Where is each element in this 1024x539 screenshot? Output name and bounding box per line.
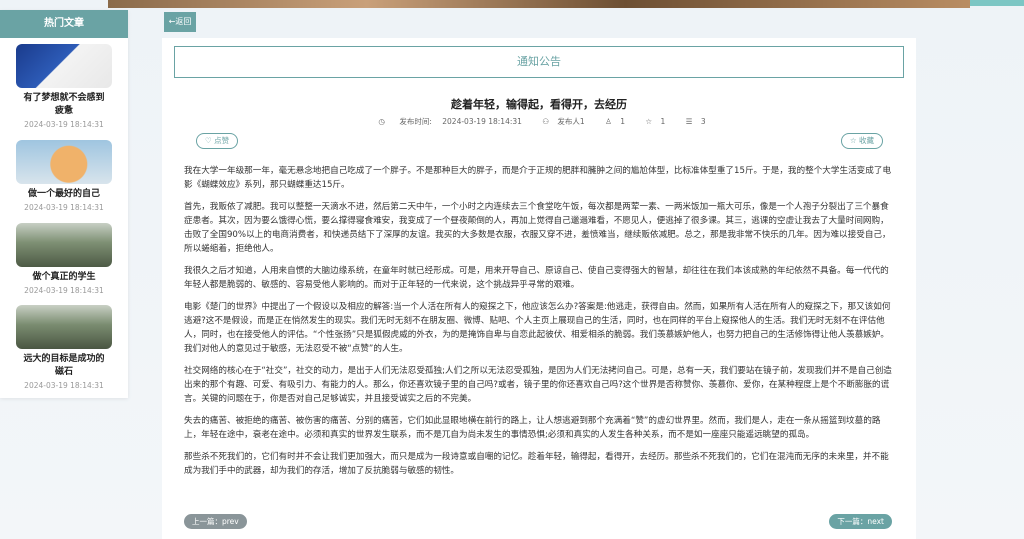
article-thumbnail[interactable] (16, 44, 112, 88)
star-count: 1 (660, 117, 666, 126)
heart-icon: ♡ (205, 136, 212, 145)
like-label: 点赞 (214, 136, 230, 145)
article-paragraph: 首先，我贩依了减肥。我可以整整一天滴水不进，然后第二天中午，一个小时之内连续去三… (184, 202, 891, 254)
view-count: 3 (700, 117, 706, 126)
hot-article-item[interactable]: 做个真正的学生 2024-03-19 18:14:31 (0, 223, 128, 295)
user-icon: ⚇ (542, 117, 550, 126)
article-thumbnail[interactable] (16, 140, 112, 184)
meta-likes: ♙ 1 (599, 117, 627, 126)
favorite-label: 收藏 (859, 136, 874, 145)
notice-header: 通知公告 (174, 46, 904, 78)
publish-time: 2024-03-19 18:14:31 (442, 117, 522, 126)
meta-views: ☰ 3 (680, 117, 706, 126)
meta-time: ◷ 发布时间: 2024-03-19 18:14:31 (372, 117, 524, 126)
star-icon: ☆ (645, 117, 653, 126)
next-article-button[interactable]: 下一篇：next (829, 514, 892, 529)
top-banner-image (108, 0, 970, 8)
hot-article-item[interactable]: 有了梦想就不会感到疲惫 2024-03-19 18:14:31 (0, 44, 128, 129)
hot-article-date: 2024-03-19 18:14:31 (24, 120, 104, 129)
article-panel: 通知公告 趁着年轻，输得起，看得开，去经历 ◷ 发布时间: 2024-03-19… (162, 38, 916, 539)
hot-article-title[interactable]: 远大的目标是成功的磁石 (0, 353, 128, 379)
like-button[interactable]: ♡ 点赞 (196, 133, 239, 149)
back-button[interactable]: ←返回 (164, 12, 196, 32)
meta-stars: ☆ 1 (639, 117, 667, 126)
hot-articles-sidebar: 热门文章 有了梦想就不会感到疲惫 2024-03-19 18:14:31 做一个… (0, 10, 128, 398)
thumbs-up-icon: ♙ (605, 117, 612, 126)
star-icon: ☆ (849, 136, 857, 145)
article-title: 趁着年轻，输得起，看得开，去经历 (451, 98, 627, 111)
article-content: 我在大学一年级那一年，毫无悬念地把自己吃成了一个胖子。不是那种巨大的胖子，而是介… (184, 164, 896, 486)
article-paragraph: 我很久之后才知道，人用来自惯的大脑边缘系统，在童年时就已经形成。可是，用来开导自… (184, 266, 889, 290)
hot-article-item[interactable]: 做一个最好的自己 2024-03-19 18:14:31 (0, 140, 128, 212)
meta-author: ⚇ 发布人1 (536, 117, 587, 126)
prev-article-button[interactable]: 上一篇：prev (184, 514, 247, 529)
article-thumbnail[interactable] (16, 223, 112, 267)
hot-article-date: 2024-03-19 18:14:31 (24, 203, 104, 212)
hot-article-title[interactable]: 做一个最好的自己 (0, 188, 128, 201)
article-paragraph: 电影《楚门的世界》中提出了一个假设以及相应的解答:当一个人活在所有人的窥探之下，… (184, 302, 891, 354)
article-thumbnail[interactable] (16, 305, 112, 349)
hot-article-date: 2024-03-19 18:14:31 (24, 381, 104, 390)
hot-article-item[interactable]: 远大的目标是成功的磁石 2024-03-19 18:14:31 (0, 305, 128, 390)
article-paragraph: 那些杀不死我们的，它们有时并不会让我们更加强大，而只是成为一段诗意或自嘲的记忆。… (184, 452, 889, 476)
like-count: 1 (620, 117, 625, 126)
favorite-button[interactable]: ☆ 收藏 (840, 133, 883, 149)
back-label: 返回 (175, 17, 192, 26)
author-name: 发布人1 (557, 117, 585, 126)
clock-icon: ◷ (378, 117, 385, 126)
article-paragraph: 我在大学一年级那一年，毫无悬念地把自己吃成了一个胖子。不是那种巨大的胖子，而是介… (184, 166, 892, 190)
sidebar-title: 热门文章 (0, 10, 128, 38)
publish-label: 发布时间: (399, 117, 432, 126)
hot-article-title[interactable]: 做个真正的学生 (0, 271, 128, 284)
article-paragraph: 失去的痛苦、被拒绝的痛苦、被伤害的痛苦、分别的痛苦，它们如此显眼地横在前行的路上… (184, 416, 881, 440)
hot-article-date: 2024-03-19 18:14:31 (24, 286, 104, 295)
views-icon: ☰ (685, 117, 693, 126)
article-meta: ◷ 发布时间: 2024-03-19 18:14:31 ⚇ 发布人1 ♙ 1 ☆… (162, 116, 916, 127)
article-paragraph: 社交网络的核心在于“社交”，社交的动力，是出于人们无法忍受孤独;人们之所以无法忍… (184, 366, 892, 404)
hot-article-title[interactable]: 有了梦想就不会感到疲惫 (0, 92, 128, 118)
top-accent-bar (970, 0, 1024, 6)
